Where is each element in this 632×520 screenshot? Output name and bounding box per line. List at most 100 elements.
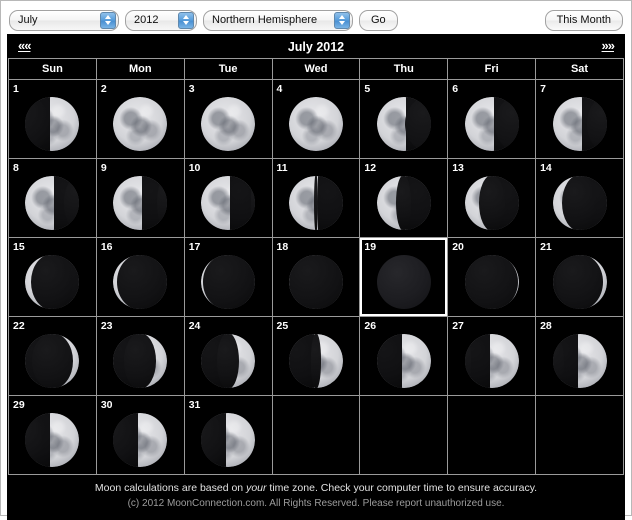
calendar-day-cell[interactable]: 12	[359, 158, 449, 238]
previous-month-arrow[interactable]: ««	[18, 38, 32, 53]
calendar-day-cell[interactable]: 18	[271, 237, 361, 317]
moon-phase-waning-gibbous	[552, 97, 607, 151]
calendar-day-cell[interactable]: 16	[95, 237, 185, 317]
triangle-up-icon	[105, 15, 111, 19]
calendar-day-cell[interactable]: 8	[8, 158, 97, 238]
calendar-day-cell[interactable]: 14	[535, 158, 624, 238]
moon-phase-last-quarter	[288, 176, 343, 230]
calendar-day-cell[interactable]: 9	[95, 158, 185, 238]
calendar-day-cell[interactable]: 24	[183, 316, 273, 396]
moon-phase-full-moon	[288, 97, 343, 151]
calendar-day-cell[interactable]: 4	[271, 79, 361, 159]
moon-lit-surface	[201, 97, 256, 151]
moon-dark-limb	[317, 176, 343, 230]
footer-note-part-b: time zone. Check your computer time to e…	[266, 482, 538, 494]
day-number: 20	[452, 241, 464, 253]
calendar-day-cell[interactable]: 21	[535, 237, 624, 317]
moon-image	[448, 94, 535, 154]
calendar-cell-empty	[447, 395, 537, 475]
moon-phase-waxing-gibbous	[25, 97, 80, 151]
weekday-header-tue: Tue	[183, 58, 273, 80]
triangle-down-icon	[105, 21, 111, 25]
calendar-week-row: 22 23 24 25 26 27 28	[8, 316, 624, 396]
moon-terminator-shadow	[31, 334, 73, 388]
calendar-day-cell[interactable]: 20	[447, 237, 537, 317]
calendar-day-cell[interactable]: 6	[447, 79, 537, 159]
calendar-day-cell[interactable]: 17	[183, 237, 273, 317]
moon-phase-waning-crescent	[376, 176, 431, 230]
calendar-cell-empty	[359, 395, 449, 475]
moon-terminator-shadow	[555, 255, 604, 309]
calendar-day-cell-today[interactable]: 19	[359, 237, 449, 317]
footer-timezone-note: Moon calculations are based on your time…	[12, 481, 620, 496]
calendar-day-cell[interactable]: 2	[95, 79, 185, 159]
day-number: 10	[188, 162, 201, 174]
moon-terminator-shadow	[116, 255, 165, 309]
calendar-day-cell[interactable]: 26	[359, 316, 449, 396]
moon-image	[97, 173, 184, 233]
calendar-day-cell[interactable]: 11	[271, 158, 361, 238]
calendar-day-cell[interactable]: 5	[359, 79, 449, 159]
moon-phase-waning-crescent	[288, 255, 343, 309]
moon-phase-waning-crescent	[552, 176, 607, 230]
moon-phase-waxing-gibbous	[25, 413, 80, 467]
moon-phase-waxing-gibbous	[113, 97, 168, 151]
month-select[interactable]: July	[9, 9, 119, 31]
year-select[interactable]: 2012	[125, 9, 197, 31]
calendar-day-cell[interactable]: 28	[535, 316, 624, 396]
calendar-day-cell[interactable]: 25	[271, 316, 361, 396]
weekday-header-mon: Mon	[95, 58, 185, 80]
month-stepper-icon[interactable]	[100, 11, 116, 29]
moon-phase-waxing-crescent	[288, 334, 343, 388]
moon-phase-waxing-crescent	[25, 334, 80, 388]
day-number: 12	[364, 162, 377, 174]
moon-image	[273, 331, 360, 391]
this-month-button[interactable]: This Month	[544, 9, 623, 31]
calendar-day-cell[interactable]: 30	[95, 395, 185, 475]
moon-terminator-shadow	[314, 176, 318, 230]
moon-terminator-shadow	[124, 334, 157, 388]
moon-image	[273, 252, 360, 312]
triangle-down-icon	[183, 21, 189, 25]
calendar-day-cell[interactable]: 7	[535, 79, 624, 159]
calendar-day-cell[interactable]: 27	[447, 316, 537, 396]
moon-image	[97, 94, 184, 154]
moon-phase-first-quarter	[464, 334, 519, 388]
footer-note-part-a: Moon calculations are based on	[94, 482, 247, 494]
calendar-day-cell[interactable]: 1	[8, 79, 97, 159]
calendar-header: «« July 2012 »»	[8, 35, 624, 58]
moon-phase-waning-gibbous	[25, 176, 80, 230]
calendar: «« July 2012 »» Sun Mon Tue Wed Thu Fri Sat 12…	[7, 34, 625, 520]
moon-phase-waning-gibbous	[464, 97, 519, 151]
calendar-week-row: 15 16 17 18 19 20 21	[8, 237, 624, 317]
moon-terminator-shadow	[562, 176, 597, 230]
go-button[interactable]: Go	[359, 9, 398, 31]
calendar-day-cell[interactable]: 3	[183, 79, 273, 159]
day-number: 14	[540, 162, 552, 174]
hemisphere-select[interactable]: Northern Hemisphere	[203, 9, 353, 31]
calendar-day-cell[interactable]: 31	[183, 395, 273, 475]
triangle-up-icon	[339, 15, 345, 19]
calendar-day-cell[interactable]: 22	[8, 316, 97, 396]
day-number: 30	[100, 399, 113, 411]
moon-phase-calendar-page: July 2012 Northern Hemisphere Go This Mo…	[0, 0, 632, 520]
calendar-day-cell[interactable]: 23	[95, 316, 185, 396]
day-number: 28	[540, 320, 552, 332]
day-number: 8	[13, 162, 19, 174]
day-number: 27	[452, 320, 464, 332]
moon-phase-waning-crescent	[464, 176, 519, 230]
calendar-day-cell[interactable]: 15	[8, 237, 97, 317]
year-stepper-icon[interactable]	[178, 11, 194, 29]
moon-image	[360, 94, 447, 154]
day-number: 23	[100, 320, 113, 332]
hemisphere-stepper-icon[interactable]	[334, 11, 350, 29]
moon-image	[185, 252, 272, 312]
toolbar: July 2012 Northern Hemisphere Go This Mo…	[7, 6, 625, 34]
calendar-day-cell[interactable]: 29	[8, 395, 97, 475]
next-month-arrow[interactable]: »»	[602, 38, 616, 53]
day-number: 13	[452, 162, 464, 174]
weekday-header-sat: Sat	[535, 58, 624, 80]
moon-terminator-shadow	[250, 176, 256, 230]
calendar-day-cell[interactable]: 13	[447, 158, 537, 238]
calendar-day-cell[interactable]: 10	[183, 158, 273, 238]
